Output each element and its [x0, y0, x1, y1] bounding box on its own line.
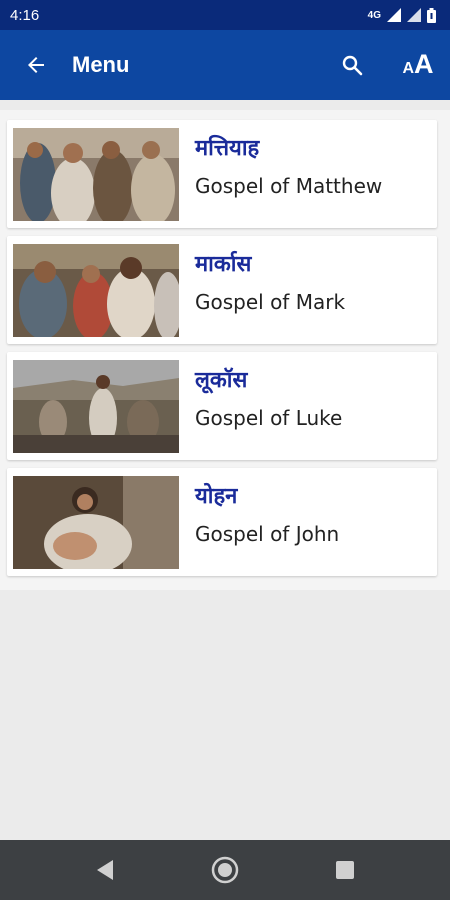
- page-title: Menu: [72, 52, 130, 77]
- mark-painting: [13, 244, 179, 337]
- luke-thumbnail: [13, 360, 179, 453]
- signal-icon: [387, 8, 401, 22]
- network-type: 4G: [367, 9, 381, 21]
- font-size-icon: AA: [402, 49, 434, 79]
- nav-home-button[interactable]: [205, 850, 245, 890]
- app-bar: Menu AA: [0, 30, 450, 100]
- status-bar: 4:16 4G: [0, 0, 450, 30]
- back-button[interactable]: [14, 43, 58, 87]
- square-recents-icon: [336, 861, 354, 879]
- font-size-button[interactable]: AA: [396, 43, 440, 87]
- nav-back-button[interactable]: [85, 850, 125, 890]
- gospel-list: मत्तियाह Gospel of Matthew मार्कास Gospe…: [0, 110, 450, 590]
- status-icons: 4G: [367, 7, 436, 23]
- status-time: 4:16: [10, 6, 40, 24]
- matthew-painting: [13, 128, 179, 221]
- circle-home-icon: [211, 856, 239, 884]
- triangle-back-icon: [97, 860, 113, 880]
- gospel-item-mark[interactable]: मार्कास Gospel of Mark: [7, 236, 437, 344]
- signal-2-icon: [407, 8, 421, 22]
- arrow-back-icon: [28, 57, 44, 73]
- search-icon: [342, 55, 363, 76]
- gospel-title-hindi: मार्कास: [195, 252, 252, 277]
- gospel-title-hindi: लूकॉस: [195, 368, 248, 393]
- gospel-subtitle: Gospel of John: [195, 522, 340, 546]
- gospel-title-hindi: योहन: [195, 484, 238, 509]
- john-thumbnail: [13, 476, 179, 569]
- gospel-subtitle: Gospel of Matthew: [195, 174, 383, 198]
- gospel-title-hindi: मत्तियाह: [195, 136, 260, 161]
- battery-icon: [427, 7, 436, 23]
- system-nav-bar: [0, 840, 450, 900]
- gospel-subtitle: Gospel of Mark: [195, 290, 346, 314]
- mark-thumbnail: [13, 244, 179, 337]
- gospel-item-john[interactable]: योहन Gospel of John: [7, 468, 437, 576]
- matthew-thumbnail: [13, 128, 179, 221]
- gospel-item-luke[interactable]: लूकॉस Gospel of Luke: [7, 352, 437, 460]
- nav-recents-button[interactable]: [325, 850, 365, 890]
- john-painting: [13, 476, 179, 569]
- luke-painting: [13, 360, 179, 453]
- gospel-item-matthew[interactable]: मत्तियाह Gospel of Matthew: [7, 120, 437, 228]
- gospel-subtitle: Gospel of Luke: [195, 406, 343, 430]
- search-button[interactable]: [330, 43, 374, 87]
